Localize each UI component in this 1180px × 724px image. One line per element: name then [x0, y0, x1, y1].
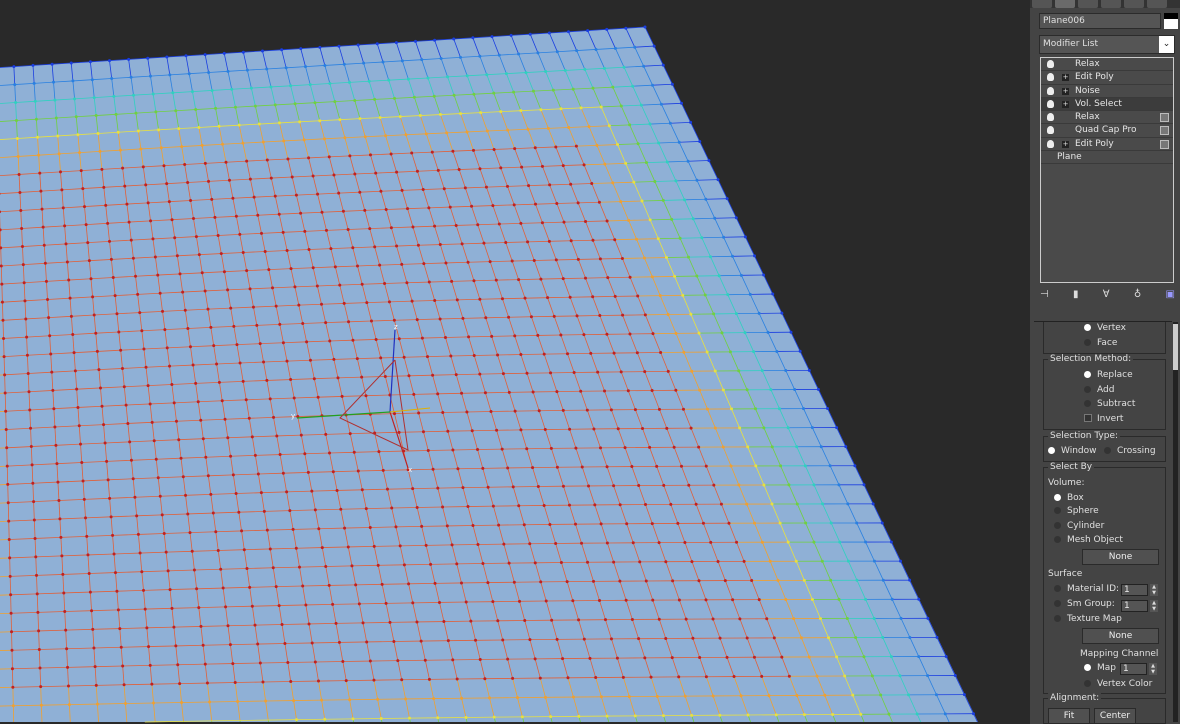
modifier-label: Relax	[1075, 112, 1100, 123]
alignment-title: Alignment:	[1048, 693, 1102, 703]
map-channel-spinner[interactable]: 1	[1120, 663, 1147, 675]
lightbulb-icon[interactable]	[1047, 126, 1054, 135]
lightbulb-icon[interactable]	[1047, 73, 1054, 82]
object-name-input[interactable]: Plane006	[1039, 13, 1161, 29]
modifier-stack-item[interactable]: Relax	[1041, 58, 1173, 72]
tab-motion[interactable]	[1101, 0, 1121, 8]
lightbulb-icon[interactable]	[1047, 60, 1054, 68]
radio-window[interactable]: Window	[1048, 446, 1097, 456]
modifier-checkbox[interactable]	[1160, 113, 1169, 123]
modifier-checkbox[interactable]	[1160, 139, 1169, 149]
volume-label: Volume:	[1048, 478, 1085, 488]
transform-gizmo[interactable]: z y x	[0, 0, 1030, 724]
chevron-down-icon: ⌄	[1159, 36, 1174, 53]
mesh-object-pick-button[interactable]: None	[1082, 549, 1159, 565]
modifier-label: Noise	[1075, 85, 1100, 96]
tab-utilities[interactable]	[1147, 0, 1167, 8]
modifier-stack-item[interactable]: + Vol. Select	[1041, 97, 1173, 112]
modifier-label: Edit Poly	[1075, 138, 1114, 149]
radio-mesh-object[interactable]: Mesh Object	[1054, 535, 1123, 545]
modifier-stack: Relax + Edit Poly + Noise + Vol. Select Relax Qu…	[1040, 57, 1174, 283]
spinner-arrows-icon[interactable]: ▲ ▼	[1149, 663, 1157, 675]
selection-method-title: Selection Method:	[1048, 354, 1134, 364]
gizmo-z-label: z	[394, 323, 398, 331]
tab-modify[interactable]	[1055, 0, 1075, 8]
rollout-scrollbar[interactable]	[1173, 322, 1178, 722]
modifier-stack-item[interactable]: Quad Cap Pro	[1041, 124, 1173, 138]
alignment-group: Alignment: Fit Center	[1043, 693, 1166, 724]
radio-texture-map[interactable]: Texture Map	[1054, 614, 1122, 624]
gizmo-y-label: y	[291, 412, 295, 420]
radio-cylinder[interactable]: Cylinder	[1054, 521, 1104, 531]
radio-vertex[interactable]: Vertex	[1084, 323, 1126, 333]
object-color-swatch[interactable]	[1164, 13, 1178, 29]
make-unique-icon[interactable]: ∀	[1103, 289, 1110, 303]
radio-material-id[interactable]: Material ID:	[1054, 584, 1119, 594]
lightbulb-icon[interactable]	[1047, 113, 1054, 122]
spinner-arrows-icon[interactable]: ▲ ▼	[1150, 600, 1158, 612]
lightbulb-icon[interactable]	[1047, 86, 1054, 95]
selection-method-group: Selection Method: Replace Add Subtract I…	[1043, 354, 1166, 430]
radio-add[interactable]: Add	[1084, 385, 1114, 395]
tab-hierarchy[interactable]	[1078, 0, 1098, 8]
modifier-label: Vol. Select	[1075, 98, 1122, 109]
modifier-stack-item[interactable]: + Noise	[1041, 85, 1173, 98]
texture-map-pick-button[interactable]: None	[1082, 628, 1159, 644]
checkbox-invert[interactable]: Invert	[1084, 414, 1123, 424]
command-panel-tabs	[1030, 0, 1180, 8]
spinner-arrows-icon[interactable]: ▲ ▼	[1150, 584, 1158, 596]
command-panel: Plane006 Modifier List ⌄ Relax + Edit Poly…	[1030, 0, 1180, 724]
radio-crossing[interactable]: Crossing	[1104, 446, 1156, 456]
modifier-label: Edit Poly	[1075, 72, 1114, 83]
expand-icon[interactable]: +	[1062, 100, 1069, 108]
fit-button[interactable]: Fit	[1048, 708, 1090, 724]
radio-box[interactable]: Box	[1054, 493, 1084, 503]
selection-type-title: Selection Type:	[1048, 431, 1121, 441]
radio-subtract[interactable]: Subtract	[1084, 399, 1135, 409]
modifier-stack-item[interactable]: + Edit Poly	[1041, 71, 1173, 85]
modifier-label: Quad Cap Pro	[1075, 125, 1137, 136]
surface-label: Surface	[1048, 569, 1083, 579]
modifier-stack-base[interactable]: Plane	[1041, 151, 1173, 165]
sm-group-spinner[interactable]: 1	[1121, 600, 1148, 612]
select-by-group: Select By Volume: Box Sphere Cylinder Me…	[1043, 462, 1166, 694]
radio-face[interactable]: Face	[1084, 338, 1117, 348]
select-by-title: Select By	[1048, 462, 1095, 472]
radio-sphere[interactable]: Sphere	[1054, 506, 1099, 516]
modifier-list-label: Modifier List	[1043, 39, 1098, 49]
configure-sets-icon[interactable]: ▣	[1166, 289, 1175, 303]
radio-sm-group[interactable]: Sm Group:	[1054, 599, 1115, 609]
expand-icon[interactable]: +	[1062, 140, 1069, 148]
tab-display[interactable]	[1124, 0, 1144, 8]
center-button[interactable]: Center	[1094, 708, 1136, 724]
modifier-label: Relax	[1075, 59, 1100, 69]
modifier-stack-item[interactable]: + Edit Poly	[1041, 138, 1173, 152]
material-id-spinner[interactable]: 1	[1121, 584, 1148, 596]
radio-vertex-color[interactable]: Vertex Color	[1084, 679, 1152, 689]
expand-icon[interactable]: +	[1062, 74, 1069, 82]
radio-map[interactable]: Map	[1084, 663, 1116, 673]
vol-select-rollout: Vertex Face Selection Method: Replace Ad…	[1034, 321, 1172, 724]
viewport-perspective[interactable]: z y x	[0, 0, 1030, 724]
lightbulb-icon[interactable]	[1047, 139, 1054, 148]
base-object-label: Plane	[1057, 152, 1082, 163]
scrollbar-thumb[interactable]	[1173, 324, 1178, 370]
mapping-channel-label: Mapping Channel	[1080, 649, 1159, 659]
radio-replace[interactable]: Replace	[1084, 370, 1133, 380]
pin-stack-icon[interactable]: ⊣	[1040, 289, 1049, 303]
modifier-stack-item[interactable]: Relax	[1041, 111, 1173, 125]
tab-create[interactable]	[1032, 0, 1052, 8]
modifier-list-dropdown[interactable]: Modifier List ⌄	[1039, 35, 1175, 54]
lightbulb-icon[interactable]	[1047, 99, 1054, 108]
expand-icon[interactable]: +	[1062, 87, 1069, 95]
selection-type-group: Selection Type: Window Crossing	[1043, 431, 1166, 462]
remove-modifier-icon[interactable]: ♁	[1134, 289, 1141, 303]
stack-selection-level-group: Vertex Face	[1043, 322, 1166, 354]
gizmo-x-label: x	[408, 466, 412, 474]
show-end-result-icon[interactable]: ▮	[1073, 289, 1079, 303]
modifier-checkbox[interactable]	[1160, 126, 1169, 136]
stack-toolbar: ⊣ ▮ ∀ ♁ ▣	[1040, 289, 1175, 303]
